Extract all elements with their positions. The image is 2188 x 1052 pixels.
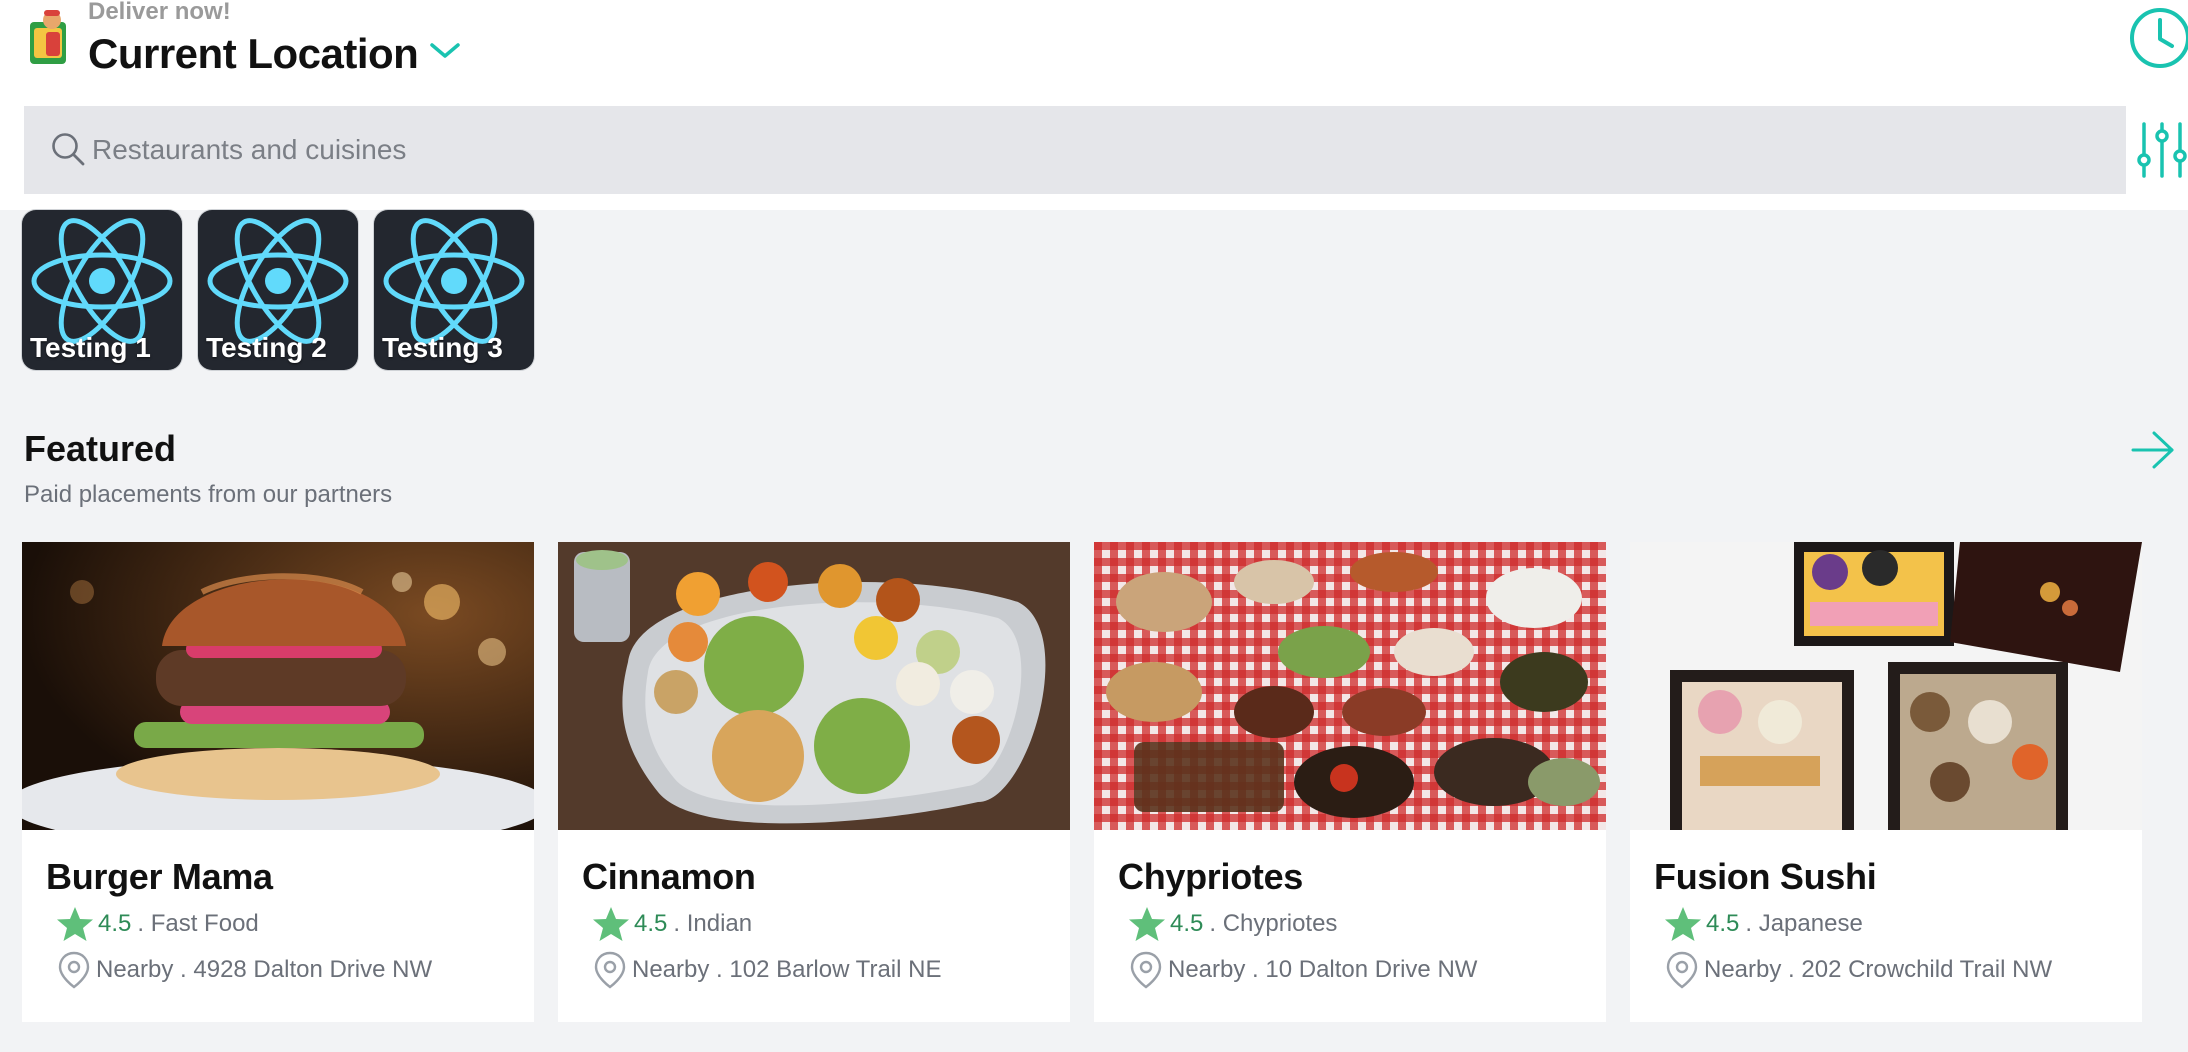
featured-restaurant-list: Burger Mama 4.5 . Fast Food Nearby . 492… — [22, 542, 2142, 1022]
restaurant-card-burger-mama[interactable]: Burger Mama 4.5 . Fast Food Nearby . 492… — [22, 542, 534, 1022]
react-atom-icon — [31, 218, 173, 344]
rating-row: 4.5 . Indian — [592, 906, 752, 942]
top-bar: Deliver now! Current Location — [0, 0, 2188, 210]
cuisine-label: . Fast Food — [137, 910, 259, 937]
address-row: Nearby . 202 Crowchild Trail NW — [1664, 950, 2052, 990]
meze-table-photo — [1094, 542, 1606, 830]
search-bar[interactable] — [24, 106, 2126, 194]
star-icon — [1129, 907, 1165, 941]
star-icon — [1665, 907, 1701, 941]
address-text: Nearby . 102 Barlow Trail NE — [632, 956, 942, 983]
cuisine-label: . Indian — [673, 910, 753, 937]
restaurant-name: Fusion Sushi — [1654, 856, 1877, 897]
cuisine-label: . Chypriotes — [1209, 910, 1338, 937]
location-pin-icon — [58, 951, 90, 989]
rating-row: 4.5 . Fast Food — [56, 906, 259, 942]
restaurant-card-chypriotes[interactable]: Chypriotes 4.5 . Chypriotes Nearby . 10 … — [1094, 542, 1606, 1022]
address-text: Nearby . 4928 Dalton Drive NW — [96, 956, 433, 983]
restaurant-name: Cinnamon — [582, 856, 756, 897]
deliver-now-label: Deliver now! — [88, 0, 231, 25]
current-location-title: Current Location — [88, 30, 419, 77]
search-icon — [52, 133, 85, 166]
delivery-person-logo-icon — [30, 10, 66, 64]
address-row: Nearby . 102 Barlow Trail NE — [592, 950, 941, 990]
react-atom-icon — [207, 218, 349, 344]
clock-icon[interactable] — [2128, 6, 2188, 70]
address-text: Nearby . 202 Crowchild Trail NW — [1704, 956, 2053, 983]
featured-section-subtitle: Paid placements from our partners — [24, 481, 393, 508]
rating-row: 4.5 . Chypriotes — [1128, 906, 1337, 942]
bento-box-photo — [1630, 542, 2142, 830]
location-pin-icon — [594, 951, 626, 989]
category-tile-testing-1[interactable]: Testing 1 — [22, 210, 182, 370]
restaurant-card-cinnamon[interactable]: Cinnamon 4.5 . Indian Nearby . 102 Barlo… — [558, 542, 1070, 1022]
rating-value: 4.5 — [1706, 910, 1740, 937]
category-label: Testing 1 — [30, 332, 151, 363]
rating-value: 4.5 — [634, 910, 668, 937]
react-atom-icon — [383, 218, 525, 344]
burger-photo — [22, 542, 534, 830]
location-pin-icon — [1666, 951, 1698, 989]
star-icon — [593, 907, 629, 941]
rating-value: 4.5 — [98, 910, 132, 937]
category-tile-testing-3[interactable]: Testing 3 — [374, 210, 534, 370]
category-label: Testing 3 — [382, 332, 503, 363]
restaurant-card-fusion-sushi[interactable]: Fusion Sushi 4.5 . Japanese Nearby . 202… — [1630, 542, 2142, 1022]
restaurant-name: Chypriotes — [1118, 856, 1304, 897]
rating-row: 4.5 . Japanese — [1664, 906, 1863, 942]
category-tile-testing-2[interactable]: Testing 2 — [198, 210, 358, 370]
thali-photo — [558, 542, 1070, 830]
address-text: Nearby . 10 Dalton Drive NW — [1168, 956, 1478, 983]
rating-value: 4.5 — [1170, 910, 1204, 937]
category-list: Testing 1 Testing 2 Testing 3 — [22, 210, 534, 370]
search-input[interactable] — [90, 119, 1994, 181]
cuisine-label: . Japanese — [1745, 910, 1863, 937]
location-selector[interactable]: Current Location — [88, 30, 462, 78]
location-pin-icon — [1130, 951, 1162, 989]
star-icon — [57, 907, 93, 941]
arrow-right-icon[interactable] — [2130, 428, 2176, 472]
chevron-down-icon — [430, 43, 461, 58]
address-row: Nearby . 4928 Dalton Drive NW — [56, 950, 432, 990]
restaurant-name: Burger Mama — [46, 856, 273, 897]
category-label: Testing 2 — [206, 332, 327, 363]
address-row: Nearby . 10 Dalton Drive NW — [1128, 950, 1477, 990]
filter-sliders-icon[interactable] — [2136, 118, 2188, 182]
featured-section-title: Featured — [24, 428, 177, 469]
